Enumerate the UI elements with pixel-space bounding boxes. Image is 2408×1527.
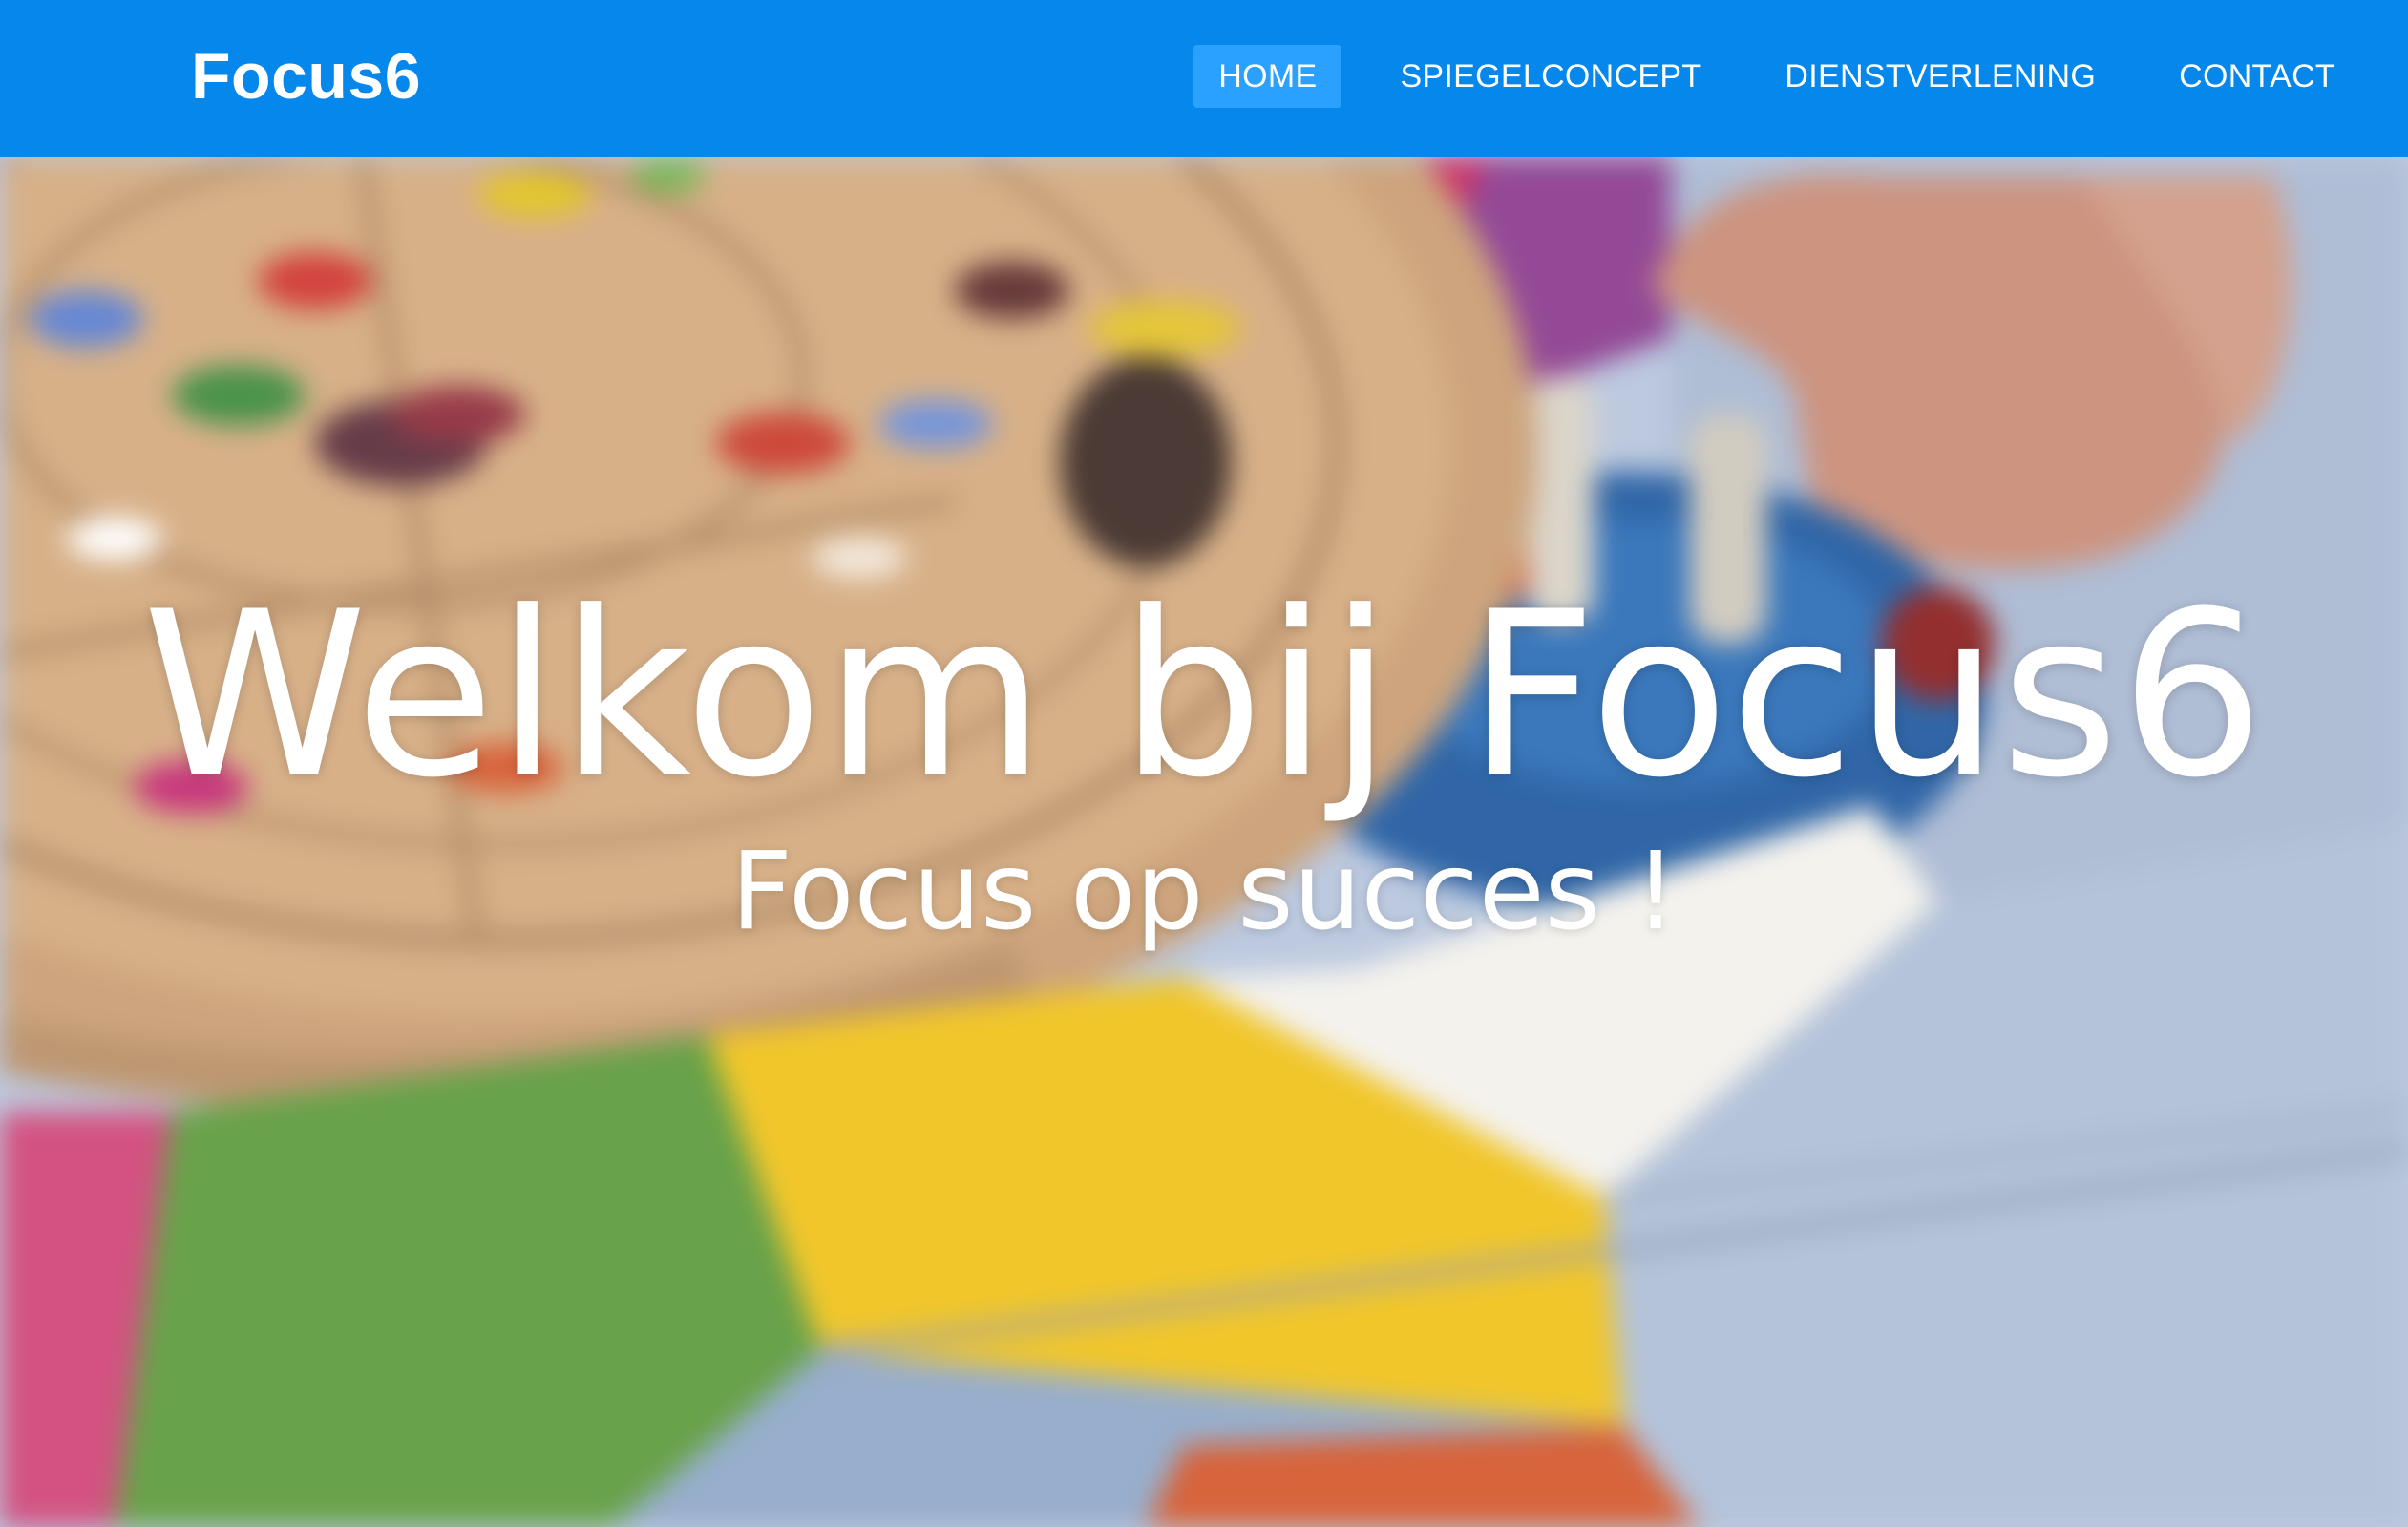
nav-item-home[interactable]: HOME [1193, 45, 1342, 108]
hero-subtitle: Focus op succes ! [730, 830, 1678, 954]
navbar: Focus6 HOME SPIEGELCONCEPT DIENSTVERLENI… [0, 0, 2408, 157]
nav-item-spiegelconcept[interactable]: SPIEGELCONCEPT [1375, 45, 1726, 108]
main-nav: HOME SPIEGELCONCEPT DIENSTVERLENING CONT… [1193, 45, 2408, 108]
hero-title: Welkom bij Focus6 [142, 563, 2266, 828]
page: Focus6 HOME SPIEGELCONCEPT DIENSTVERLENI… [0, 0, 2408, 1527]
nav-item-contact[interactable]: CONTACT [2154, 45, 2360, 108]
nav-item-dienstverlening[interactable]: DIENSTVERLENING [1760, 45, 2121, 108]
hero-section: Welkom bij Focus6 Focus op succes ! [0, 157, 2408, 1527]
brand-logo-link[interactable]: Focus6 [191, 36, 421, 117]
